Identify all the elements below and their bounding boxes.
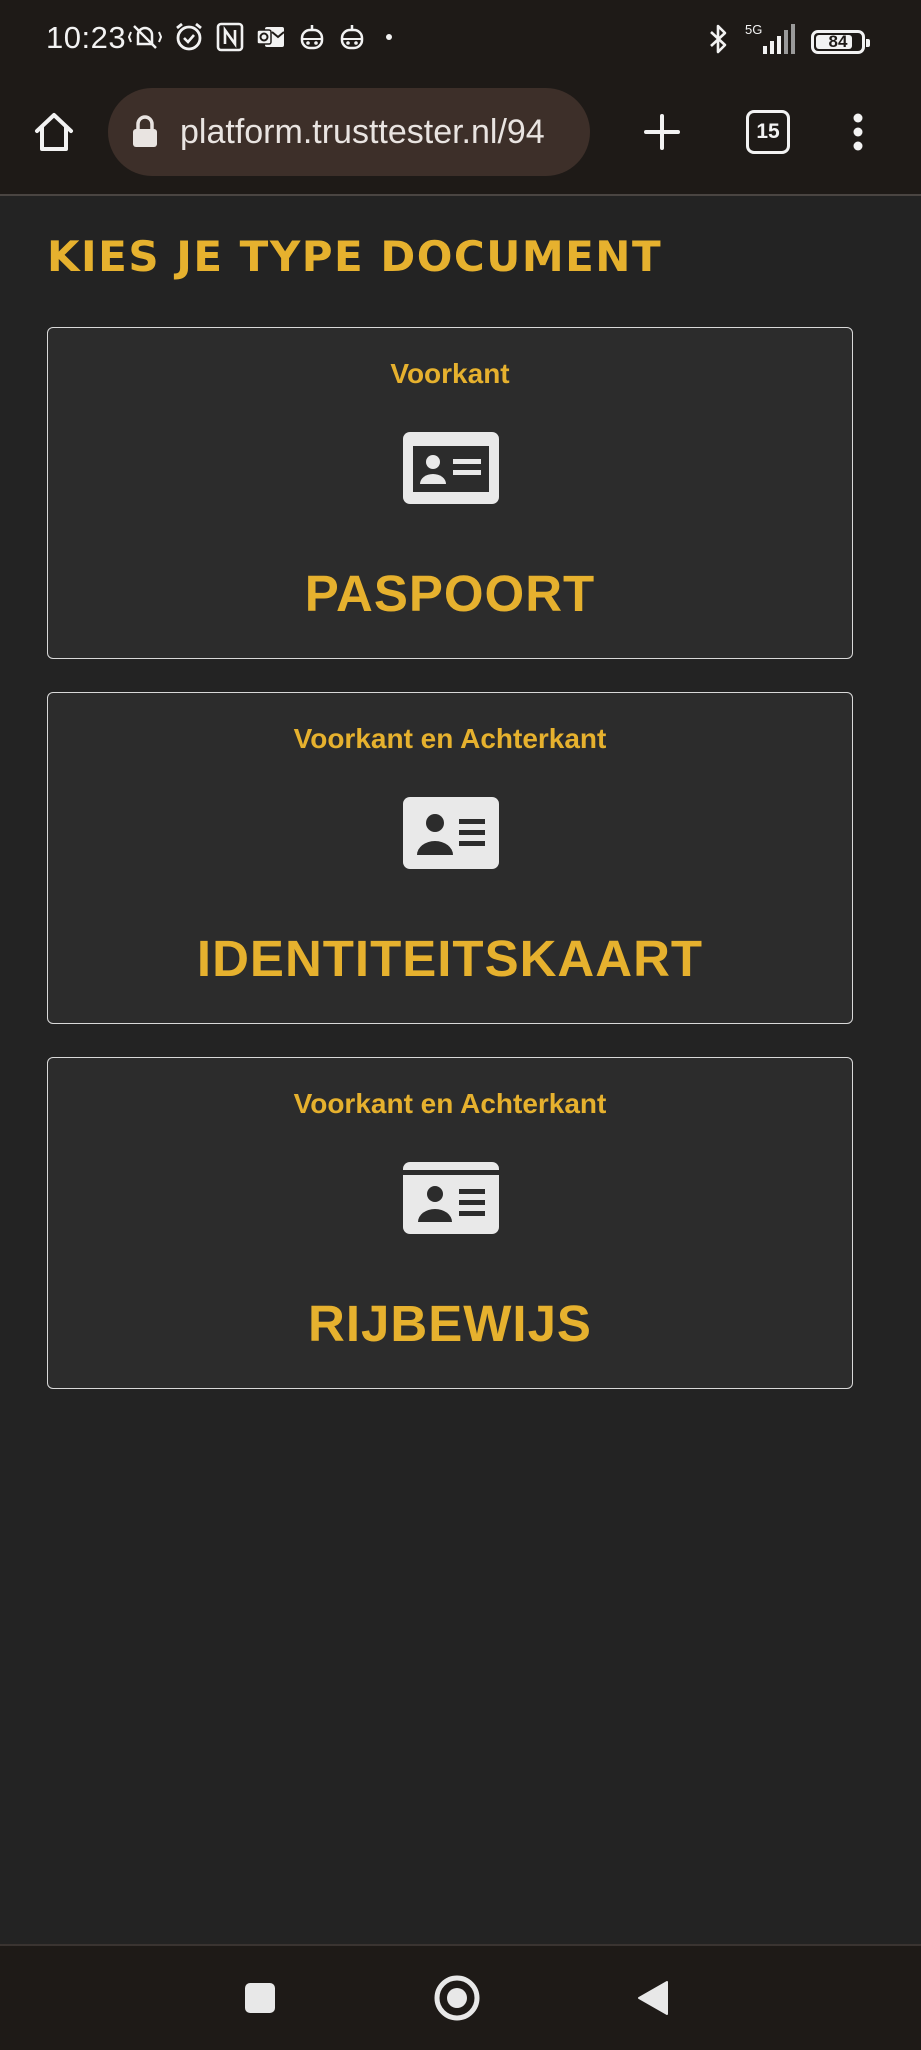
system-navigation-bar [0,1944,921,2050]
back-icon [638,1981,668,2015]
document-sides: Voorkant [390,358,510,389]
battery-icon: 84 [811,29,870,54]
signal-icon: 5G [743,22,797,61]
home-nav-button[interactable] [427,1968,487,2028]
browser-toolbar: platform.trusttester.nl/94 15 [0,84,921,196]
home-icon [35,113,73,151]
recent-apps-button[interactable] [230,1968,290,2028]
bluetooth-icon [707,23,729,60]
alarm-icon [174,22,204,52]
document-type: IDENTITEITSKAART [196,930,704,987]
document-sides: Voorkant en Achterkant [293,723,607,754]
home-circle-icon [434,1975,480,2021]
url-text[interactable]: platform.trusttester.nl/94 [180,113,590,152]
outlook-icon [256,24,286,50]
back-button[interactable] [624,1968,684,2028]
page-title: KIES JE TYPE DOCUMENT [47,232,663,281]
document-option-passport[interactable]: Voorkant PASPOORT [47,327,853,659]
menu-button[interactable] [838,106,878,158]
robot-app-icon [298,22,326,52]
nfc-icon [216,22,244,52]
dot-icon [378,22,400,52]
plus-icon [644,114,680,150]
robot-app-icon [338,22,366,52]
network-type: 5G [745,22,762,37]
more-vertical-icon [853,113,863,151]
mute-vibrate-icon [128,22,162,52]
document-option-drivers-license[interactable]: Voorkant en Achterkant RIJBEWIJS [47,1057,853,1389]
lock-icon[interactable] [130,115,160,149]
new-tab-button[interactable] [636,106,688,158]
document-type: RIJBEWIJS [308,1295,592,1352]
document-option-id-card[interactable]: Voorkant en Achterkant IDENTITEITSKAART [47,692,853,1024]
page-content: KIES JE TYPE DOCUMENT Voorkant PASPOORT … [0,196,921,1944]
id-card-icon [403,432,499,504]
system-icons: 5G 84 [707,22,870,61]
status-bar: 10:23 5G 84 [0,0,921,84]
document-type: PASPOORT [304,565,596,622]
id-card-icon [403,797,499,869]
tab-count: 15 [756,120,780,143]
id-card-icon [403,1162,499,1234]
document-sides: Voorkant en Achterkant [293,1088,607,1119]
notification-icons [128,22,400,52]
status-time: 10:23 [46,20,127,55]
tab-switcher-button[interactable]: 15 [746,110,790,154]
battery-percent: 84 [828,31,848,51]
recent-apps-icon [245,1983,275,2013]
url-bar[interactable]: platform.trusttester.nl/94 [108,88,590,176]
home-button[interactable] [28,106,80,158]
